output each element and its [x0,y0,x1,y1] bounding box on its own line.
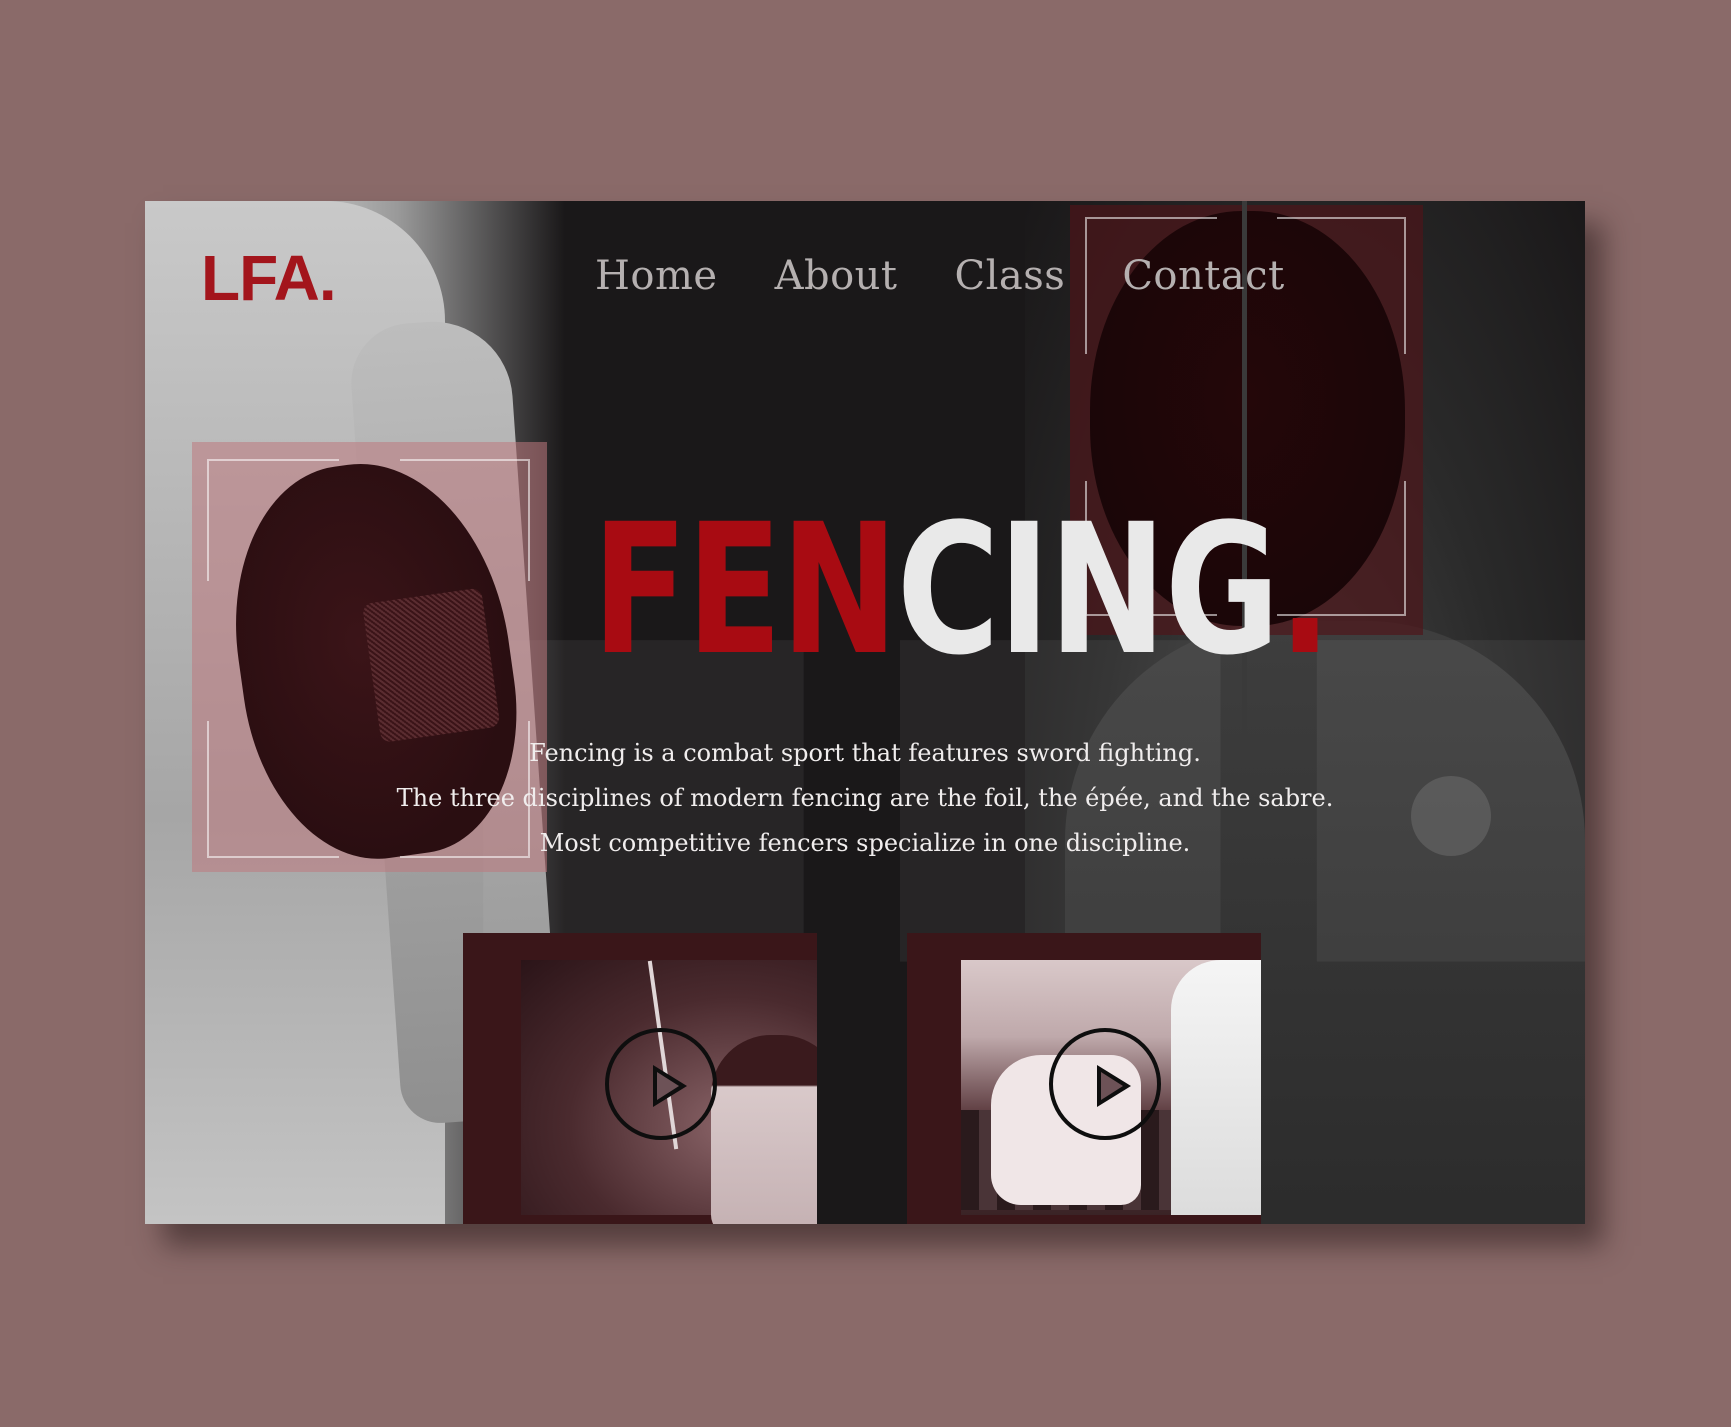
video-card-2[interactable] [907,933,1261,1224]
play-icon[interactable] [605,1028,717,1140]
description-line: Most competitive fencers specialize in o… [539,829,1191,857]
nav-contact-link[interactable]: Contact [1122,253,1284,299]
frame-bracket [207,721,339,858]
main-nav: Home About Class Contact [595,253,1285,299]
background-dot [1411,776,1491,856]
frame-bracket [207,459,339,581]
play-icon[interactable] [1049,1028,1161,1140]
brand-logo[interactable]: LFA. [201,241,337,315]
landing-page: ■■■ LFA. Home About Class Contact FENCIN… [145,201,1585,1224]
hero-title-white: CING [896,486,1280,695]
frame-bracket [1277,217,1406,354]
video-card-1[interactable] [463,933,817,1224]
description-line: The three disciplines of modern fencing … [396,784,1334,812]
hero-title: FENCING. [592,501,1332,681]
frame-bracket [400,459,530,581]
nav-about-link[interactable]: About [775,253,898,299]
hero-title-red: FEN [592,486,898,695]
nav-home-link[interactable]: Home [595,253,718,299]
nav-class-link[interactable]: Class [955,253,1066,299]
description-line: Fencing is a combat sport that features … [529,739,1201,767]
hero-description: Fencing is a combat sport that features … [395,731,1335,866]
hero-title-dot: . [1278,486,1331,695]
